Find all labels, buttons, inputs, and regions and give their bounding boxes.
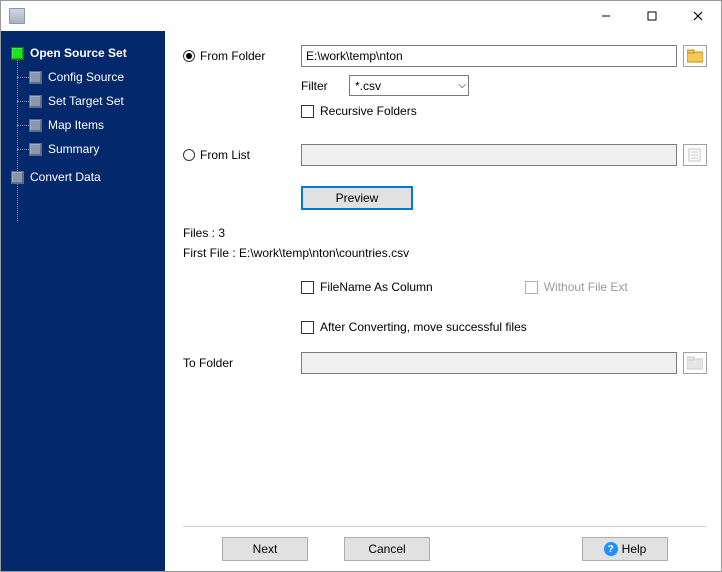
help-icon: ? (604, 542, 618, 556)
from-list-label: From List (200, 148, 250, 162)
to-folder-input (301, 352, 677, 374)
files-count: Files : 3 (183, 226, 707, 240)
minimize-button[interactable] (583, 1, 629, 31)
step-open-source-set[interactable]: Open Source Set (1, 41, 165, 65)
step-summary[interactable]: Summary (1, 137, 165, 161)
from-folder-radio[interactable] (183, 50, 195, 62)
without-file-ext-label: Without File Ext (544, 280, 628, 294)
browse-folder-button[interactable] (683, 45, 707, 67)
app-icon (9, 8, 25, 24)
after-converting-checkbox[interactable] (301, 321, 314, 334)
from-folder-label: From Folder (200, 49, 265, 63)
step-set-target-set[interactable]: Set Target Set (1, 89, 165, 113)
filename-as-column-checkbox[interactable] (301, 281, 314, 294)
step-config-source[interactable]: Config Source (1, 65, 165, 89)
filter-label: Filter (301, 79, 349, 93)
filter-combo[interactable]: *.csv ⌵ (349, 75, 469, 96)
after-converting-label: After Converting, move successful files (320, 320, 527, 334)
from-folder-input[interactable] (301, 45, 677, 67)
step-map-items[interactable]: Map Items (1, 113, 165, 137)
main-panel: From Folder Filter *.csv ⌵ Recursive Fol… (165, 31, 721, 571)
next-button[interactable]: Next (222, 537, 308, 561)
close-button[interactable] (675, 1, 721, 31)
from-list-input[interactable] (301, 144, 677, 166)
browse-list-button[interactable] (683, 144, 707, 166)
without-file-ext-checkbox (525, 281, 538, 294)
chevron-down-icon: ⌵ (458, 80, 466, 91)
maximize-button[interactable] (629, 1, 675, 31)
to-folder-label: To Folder (183, 356, 233, 370)
titlebar (1, 1, 721, 31)
wizard-sidebar: Open Source Set Config Source Set Target… (1, 31, 165, 571)
filename-as-column-label: FileName As Column (320, 280, 433, 294)
step-convert-data[interactable]: Convert Data (1, 165, 165, 189)
first-file: First File : E:\work\temp\nton\countries… (183, 246, 707, 260)
preview-button[interactable]: Preview (301, 186, 413, 210)
cancel-button[interactable]: Cancel (344, 537, 430, 561)
recursive-checkbox[interactable] (301, 105, 314, 118)
from-list-radio[interactable] (183, 149, 195, 161)
help-button[interactable]: ? Help (582, 537, 668, 561)
recursive-label: Recursive Folders (320, 104, 417, 118)
footer: Next Cancel ? Help (183, 526, 707, 561)
browse-to-folder-button (683, 352, 707, 374)
